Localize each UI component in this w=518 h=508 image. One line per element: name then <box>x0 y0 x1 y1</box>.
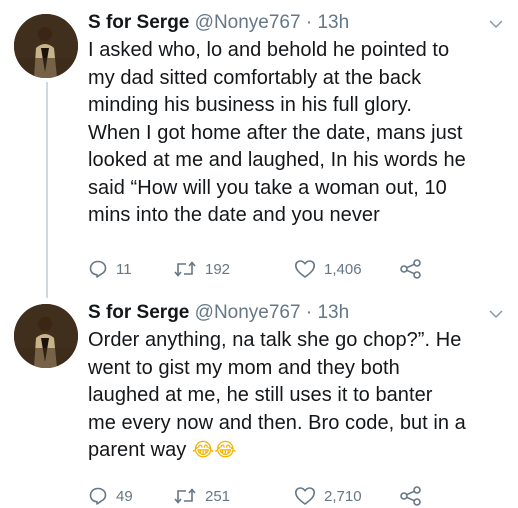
tweet-header: S for Serge @Nonye767 · 13h <box>88 10 506 36</box>
tweet-body: S for Serge @Nonye767 · 13h Order anythi… <box>88 300 506 506</box>
tweet[interactable]: S for Serge @Nonye767 · 13h Order anythi… <box>0 290 518 507</box>
heart-icon <box>295 260 315 278</box>
retweet-button[interactable]: 251 <box>173 484 230 508</box>
like-button[interactable]: 2,710 <box>294 484 362 508</box>
timestamp[interactable]: 13h <box>317 12 349 33</box>
author-handle[interactable]: @Nonye767 <box>195 12 301 33</box>
tweet-header: S for Serge @Nonye767 · 13h <box>88 300 506 326</box>
share-button[interactable] <box>400 257 430 281</box>
retweet-count: 192 <box>205 260 231 278</box>
reply-icon <box>89 260 107 278</box>
avatar[interactable] <box>14 304 78 368</box>
share-icon <box>400 486 421 506</box>
retweet-count: 251 <box>205 487 231 505</box>
author-name[interactable]: S for Serge <box>88 12 189 33</box>
chevron-down-icon[interactable] <box>488 306 504 322</box>
like-count: 2,710 <box>324 487 362 505</box>
separator: · <box>305 12 313 33</box>
retweet-icon <box>174 261 196 277</box>
like-button[interactable]: 1,406 <box>294 257 362 281</box>
share-button[interactable] <box>400 484 430 508</box>
reply-icon <box>89 487 107 505</box>
avatar[interactable] <box>14 14 78 78</box>
retweet-button[interactable]: 192 <box>173 257 230 281</box>
tweet-body: S for Serge @Nonye767 · 13h I asked who,… <box>88 10 506 279</box>
tweet-text-content: Order anything, na talk she go chop?”. H… <box>88 329 466 461</box>
author-name[interactable]: S for Serge <box>88 302 189 323</box>
tweet[interactable]: S for Serge @Nonye767 · 13h I asked who,… <box>0 0 518 288</box>
reply-count: 11 <box>116 260 132 278</box>
reply-count: 49 <box>116 487 133 505</box>
author-handle[interactable]: @Nonye767 <box>195 302 301 323</box>
chevron-down-icon[interactable] <box>488 16 504 32</box>
heart-icon <box>295 487 315 505</box>
reply-button[interactable]: 49 <box>88 484 133 508</box>
retweet-icon <box>174 488 196 504</box>
separator: · <box>305 302 313 323</box>
tweet-text: I asked who, lo and behold he pointed to… <box>88 39 466 226</box>
laughing-emoji: 😂😂 <box>191 439 237 461</box>
reply-button[interactable]: 11 <box>88 257 132 281</box>
tweet-text: Order anything, na talk she go chop?”. H… <box>88 327 506 465</box>
timestamp[interactable]: 13h <box>317 302 349 323</box>
like-count: 1,406 <box>324 260 362 278</box>
share-icon <box>400 259 421 279</box>
